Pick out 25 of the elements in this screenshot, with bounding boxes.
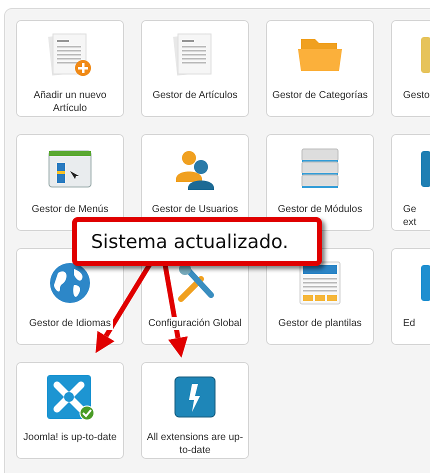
- shortcut-tile[interactable]: Añadir un nuevo Artículo: [16, 20, 124, 117]
- shortcut-tile[interactable]: Joomla! is up-to-date: [16, 362, 124, 459]
- tile-label: Gestor de plantilas: [276, 317, 364, 330]
- tile-label: Gestor de Categorías: [270, 89, 370, 102]
- cropped-icon: [421, 35, 430, 75]
- browser-window-icon: [48, 149, 92, 189]
- shortcut-tile[interactable]: All extensions are up-to-date: [141, 362, 249, 459]
- tile-label: All extensions are up-to-date: [142, 431, 248, 457]
- tile-label: Gestor de Idiomas: [27, 317, 113, 330]
- cropped-icon: [421, 263, 430, 303]
- shortcut-tile[interactable]: Ge ext: [391, 134, 430, 231]
- lightning-icon: [174, 376, 216, 418]
- shortcut-tile[interactable]: Ed: [391, 248, 430, 345]
- cropped-icon: [421, 149, 430, 189]
- stacked-modules-icon: [300, 147, 340, 191]
- shortcut-tile[interactable]: Gesto: [391, 20, 430, 117]
- shortcut-tile[interactable]: Gestor de Menús: [16, 134, 124, 231]
- shortcut-tile[interactable]: Gestor de Artículos: [141, 20, 249, 117]
- shortcut-tile[interactable]: Gestor de Módulos: [266, 134, 374, 231]
- tile-label: Joomla! is up-to-date: [21, 431, 119, 444]
- tile-label: Añadir un nuevo Artículo: [17, 89, 123, 115]
- tile-label: Configuración Global: [146, 317, 244, 330]
- shortcut-tile[interactable]: Gestor de Categorías: [266, 20, 374, 117]
- shortcut-tile[interactable]: Gestor de plantilas: [266, 248, 374, 345]
- document-add-icon: [47, 32, 93, 78]
